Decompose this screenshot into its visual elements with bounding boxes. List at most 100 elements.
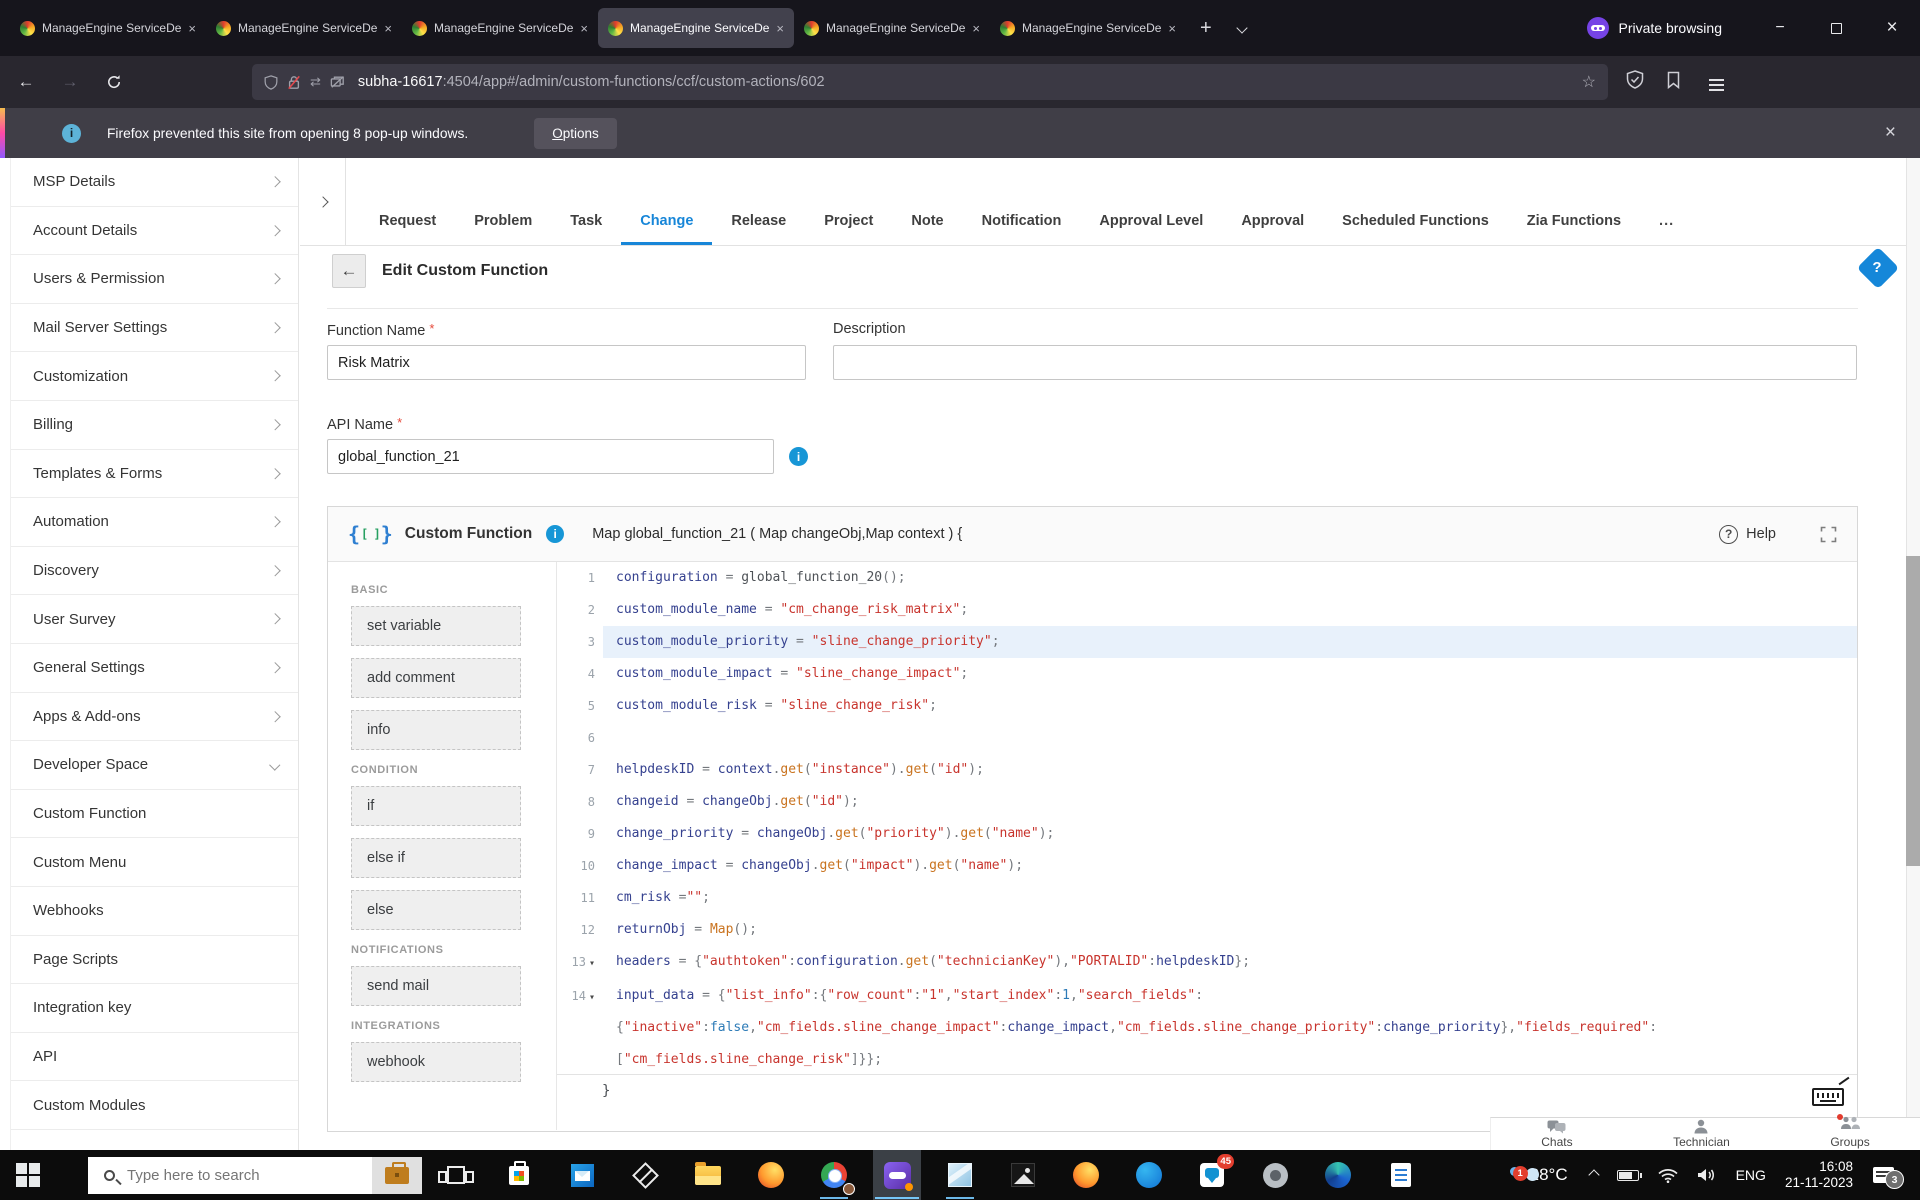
bookmark-star-icon[interactable]: ☆ — [1582, 72, 1596, 92]
search-input[interactable] — [127, 1167, 372, 1184]
tray-expand-button[interactable] — [1587, 1169, 1600, 1181]
tab-task[interactable]: Task — [551, 158, 621, 245]
code-line[interactable]: 9 change_priority = changeObj.get("priori… — [557, 818, 1857, 850]
tab-approval[interactable]: Approval — [1222, 158, 1323, 245]
help-label[interactable]: Help — [1746, 526, 1776, 542]
palette-item-else[interactable]: else — [351, 890, 521, 930]
code-line[interactable]: 4 custom_module_impact = "sline_change_im… — [557, 658, 1857, 690]
code-line[interactable]: 3 custom_module_priority = "sline_change_… — [557, 626, 1857, 658]
app-blue-taskbar-button[interactable] — [1125, 1150, 1173, 1200]
tab-close-icon[interactable]: × — [384, 21, 392, 36]
url-text[interactable]: subha-16617:4504/app#/admin/custom-funct… — [358, 74, 1574, 90]
sidebar-item-account-details[interactable]: Account Details — [11, 207, 298, 256]
chat-app-taskbar-button[interactable]: 45 — [1188, 1150, 1236, 1200]
browser-tab[interactable]: ManageEngine ServiceDe × — [598, 8, 794, 48]
palette-item-send-mail[interactable]: send mail — [351, 966, 521, 1006]
app-gray-taskbar-button[interactable] — [1251, 1150, 1299, 1200]
sidebar-item-customization[interactable]: Customization — [11, 352, 298, 401]
browser-tab[interactable]: ManageEngine ServiceDe × — [794, 8, 990, 48]
restore-button[interactable] — [1808, 0, 1864, 56]
file-explorer-taskbar-button[interactable] — [684, 1150, 732, 1200]
fold-arrow-icon[interactable]: ▾ — [589, 958, 595, 969]
groups-button[interactable]: Groups — [1830, 1114, 1870, 1148]
volume-icon[interactable] — [1697, 1167, 1717, 1183]
popup-blocked-icon[interactable] — [330, 75, 345, 89]
app-blue-2-taskbar-button[interactable] — [1314, 1150, 1362, 1200]
sidebar-item-user-survey[interactable]: User Survey — [11, 595, 298, 644]
taskbar-search[interactable] — [88, 1157, 422, 1194]
sidebar-item-billing[interactable]: Billing — [11, 401, 298, 450]
browser-orange-taskbar-button[interactable] — [1062, 1150, 1110, 1200]
help-icon[interactable]: ? — [1719, 524, 1739, 544]
document-app-taskbar-button[interactable] — [1377, 1150, 1425, 1200]
api-info-icon[interactable]: i — [789, 447, 808, 466]
tab-scheduled-functions[interactable]: Scheduled Functions — [1323, 158, 1508, 245]
browser-tab[interactable]: ManageEngine ServiceDe × — [402, 8, 598, 48]
tab-change[interactable]: Change — [621, 158, 712, 245]
media-app-taskbar-button[interactable] — [936, 1150, 984, 1200]
tab-notification[interactable]: Notification — [963, 158, 1081, 245]
url-bar[interactable]: ⇄ subha-16617:4504/app#/admin/custom-fun… — [252, 64, 1608, 100]
code-line[interactable]: 5 custom_module_risk = "sline_change_risk… — [557, 690, 1857, 722]
tab-release[interactable]: Release — [712, 158, 805, 245]
back-button-page[interactable]: ← — [332, 254, 366, 288]
menu-icon[interactable] — [1703, 73, 1730, 91]
panel-info-icon[interactable]: i — [546, 525, 565, 543]
code-line[interactable]: 1 configuration = global_function_20(); — [557, 562, 1857, 594]
tab-approval-level[interactable]: Approval Level — [1080, 158, 1222, 245]
sidebar-item-general-settings[interactable]: General Settings — [11, 644, 298, 693]
close-button[interactable]: × — [1864, 0, 1920, 56]
photos-app-taskbar-button[interactable] — [999, 1150, 1047, 1200]
briefcase-button[interactable] — [372, 1157, 422, 1194]
clock[interactable]: 16:08 21-11-2023 — [1785, 1159, 1853, 1191]
code-line[interactable]: 11 cm_risk =""; — [557, 882, 1857, 914]
action-center-button[interactable]: 3 — [1873, 1167, 1904, 1189]
code-line[interactable]: 14 ▾ input_data = {"list_info":{"row_count… — [557, 980, 1857, 1074]
sidebar-item-msp-details[interactable]: MSP Details — [11, 158, 298, 207]
tab-close-icon[interactable]: × — [580, 21, 588, 36]
sidebar-item-integration-key[interactable]: Integration key — [11, 984, 298, 1033]
code-line[interactable]: 12 returnObj = Map(); — [557, 914, 1857, 946]
code-line[interactable]: 6 — [557, 722, 1857, 754]
protections-icon[interactable] — [1626, 70, 1644, 94]
back-button[interactable]: ← — [8, 64, 44, 100]
code-line[interactable]: 2 custom_module_name = "cm_change_risk_ma… — [557, 594, 1857, 626]
browser-tab[interactable]: ManageEngine ServiceDe × — [990, 8, 1186, 48]
palette-item-info[interactable]: info — [351, 710, 521, 750]
sidebar-collapse-button[interactable] — [300, 158, 346, 245]
fold-arrow-icon[interactable]: ▾ — [589, 992, 595, 1003]
sidebar-item-mail-server-settings[interactable]: Mail Server Settings — [11, 304, 298, 353]
permission-arrows-icon[interactable]: ⇄ — [310, 74, 321, 90]
sidebar-item-custom-menu[interactable]: Custom Menu — [11, 838, 298, 887]
sidebar-item-users-permission[interactable]: Users & Permission — [11, 255, 298, 304]
technician-button[interactable]: Technician — [1673, 1119, 1730, 1148]
palette-item-if[interactable]: if — [351, 786, 521, 826]
palette-item-set-variable[interactable]: set variable — [351, 606, 521, 646]
sidebar-item-api[interactable]: API — [11, 1033, 298, 1082]
code-line[interactable]: 8 changeid = changeObj.get("id"); — [557, 786, 1857, 818]
function-name-field[interactable] — [327, 345, 806, 380]
new-tab-button[interactable]: + — [1200, 17, 1212, 40]
code-line[interactable]: 10 change_impact = changeObj.get("impact"… — [557, 850, 1857, 882]
microsoft-store-taskbar-button[interactable] — [495, 1150, 543, 1200]
mail-taskbar-button[interactable] — [558, 1150, 606, 1200]
code-editor[interactable]: 1 configuration = global_function_20(); 2 c… — [557, 562, 1857, 1130]
code-line[interactable]: 13 ▾ headers = {"authtoken":configuration.… — [557, 946, 1857, 980]
battery-icon[interactable] — [1616, 1169, 1642, 1181]
fullscreen-icon[interactable] — [1820, 526, 1837, 543]
sidebar-item-custom-function[interactable]: Custom Function — [11, 790, 298, 839]
firefox-taskbar-button[interactable] — [747, 1150, 795, 1200]
tab-close-icon[interactable]: × — [972, 21, 980, 36]
sidebar-item-custom-modules[interactable]: Custom Modules — [11, 1081, 298, 1130]
notification-close-icon[interactable]: × — [1885, 122, 1896, 144]
language-indicator[interactable]: ENG — [1736, 1167, 1766, 1183]
firefox-private-taskbar-button[interactable] — [873, 1150, 921, 1200]
reload-button[interactable] — [96, 64, 132, 100]
chrome-taskbar-button[interactable] — [810, 1150, 858, 1200]
sidebar-item-apps-add-ons[interactable]: Apps & Add-ons — [11, 693, 298, 742]
tab-problem[interactable]: Problem — [455, 158, 551, 245]
palette-item-add-comment[interactable]: add comment — [351, 658, 521, 698]
sidebar-item-developer-space[interactable]: Developer Space — [11, 741, 298, 790]
insecure-lock-icon[interactable] — [287, 75, 301, 90]
sidebar-item-page-scripts[interactable]: Page Scripts — [11, 936, 298, 985]
